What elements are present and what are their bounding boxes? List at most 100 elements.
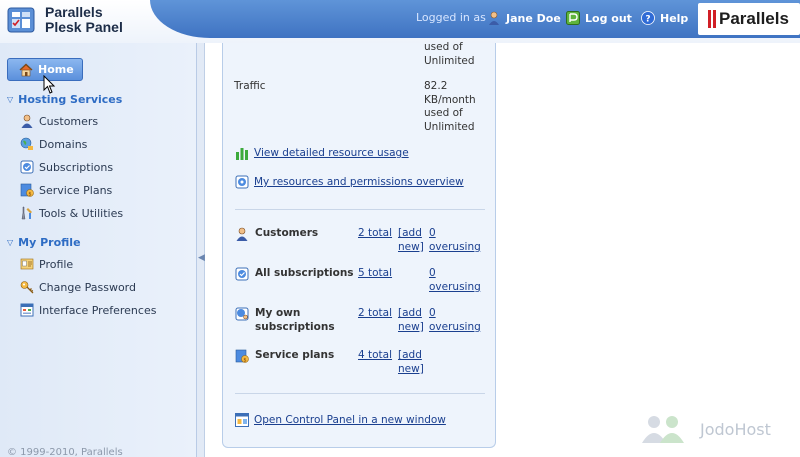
sidebar-item-label: Subscriptions [39, 160, 114, 174]
traffic-value-line: KB/month [424, 93, 476, 106]
subscriptions-icon [235, 267, 249, 281]
user-icon [489, 11, 499, 25]
product-name-line2: Plesk Panel [45, 19, 123, 35]
help-link[interactable]: ? Help [641, 11, 688, 25]
traffic-value-line: Unlimited [424, 120, 475, 133]
row-name-all-subscriptions: All subscriptions [255, 267, 354, 279]
my-subscriptions-overusing[interactable]: 0 overusing [429, 307, 481, 334]
traffic-value-line: 82.2 [424, 80, 448, 92]
help-label: Help [660, 11, 689, 25]
resources-permissions-link[interactable]: My resources and permissions overview [254, 176, 464, 190]
sidebar-item-label: Profile [39, 257, 74, 271]
help-icon: ? [641, 11, 655, 25]
svg-text:$: $ [243, 357, 246, 363]
traffic-value-line: used of [424, 107, 463, 119]
overusing-label[interactable]: overusing [429, 281, 481, 295]
section-title: Hosting Services [18, 93, 123, 106]
home-icon [19, 63, 33, 76]
sidebar-item-customers[interactable]: Customers [20, 114, 98, 128]
collapse-triangle-icon: ▽ [7, 238, 14, 247]
profile-icon [20, 258, 34, 270]
sidebar-item-interface-preferences[interactable]: Interface Preferences [20, 303, 156, 317]
resource-summary-card: used of Unlimited Traffic 82.2 KB/month … [222, 41, 496, 448]
sidebar-splitter[interactable]: ◀ [197, 43, 205, 457]
service-plans-add-new-link[interactable]: [add new] [398, 349, 424, 376]
sidebar-item-label: Service Plans [39, 183, 113, 197]
usage-text: Unlimited [424, 54, 475, 67]
sidebar-item-label: Tools & Utilities [39, 206, 124, 220]
customers-icon [236, 227, 248, 241]
parallels-bars-icon [708, 10, 716, 28]
logout-link[interactable]: Log out [566, 11, 632, 25]
previous-usage-tail: used of Unlimited [424, 41, 475, 68]
my-subscriptions-total-link[interactable]: 2 total [358, 307, 392, 321]
divider [235, 209, 485, 210]
bar-chart-icon [236, 148, 248, 160]
open-control-panel-link[interactable]: Open Control Panel in a new window [254, 414, 446, 428]
user-name-link[interactable]: Jane Doe [487, 11, 561, 25]
product-name: Parallels Plesk Panel [45, 5, 123, 35]
sidebar-item-tools-utilities[interactable]: Tools & Utilities [20, 206, 123, 220]
logout-icon [566, 11, 580, 25]
top-header: Parallels Plesk Panel Logged in as Jane … [0, 0, 800, 43]
plesk-logo-icon [7, 7, 35, 33]
user-name: Jane Doe [506, 11, 561, 25]
key-icon [20, 281, 34, 294]
my-subscriptions-add-new-link[interactable]: [add new] [398, 307, 424, 334]
logout-label: Log out [585, 11, 632, 25]
sidebar-item-label: Customers [39, 114, 99, 128]
sidebar-item-service-plans[interactable]: $ Service Plans [20, 183, 112, 197]
customers-icon [21, 114, 33, 128]
sidebar-item-label: Change Password [39, 280, 136, 294]
service-plans-icon: $ [235, 349, 249, 363]
row-name-customers: Customers [255, 227, 319, 239]
sidebar-item-domains[interactable]: Domains [20, 137, 87, 151]
domains-icon [20, 137, 33, 150]
overusing-count[interactable]: 0 [429, 267, 481, 281]
collapse-arrow-icon[interactable]: ◀ [198, 251, 205, 265]
row-name-my-own-subscriptions: My own subscriptions [255, 307, 335, 333]
mouse-cursor-icon [43, 75, 56, 94]
customers-add-new-link[interactable]: [add new] [398, 227, 424, 254]
subscriptions-icon [20, 160, 34, 174]
tools-icon [21, 206, 32, 220]
usage-text: used of [424, 41, 463, 53]
control-panel-window-icon [235, 413, 249, 427]
logged-in-label: Logged in as [416, 11, 486, 24]
overusing-count[interactable]: 0 [429, 227, 481, 241]
sidebar-item-subscriptions[interactable]: Subscriptions [20, 160, 113, 174]
section-my-profile[interactable]: ▽ My Profile [7, 236, 81, 249]
service-plans-total-link[interactable]: 4 total [358, 349, 392, 363]
customers-total-link[interactable]: 2 total [358, 227, 392, 241]
service-plans-icon: $ [20, 183, 34, 197]
overusing-count[interactable]: 0 [429, 307, 481, 321]
resources-icon [235, 175, 249, 189]
overusing-label[interactable]: overusing [429, 321, 481, 335]
sidebar-item-label: Domains [39, 137, 88, 151]
product-name-line1: Parallels [45, 4, 103, 20]
customers-overusing[interactable]: 0 overusing [429, 227, 481, 254]
sidebar-item-change-password[interactable]: Change Password [20, 280, 136, 294]
parallels-brand: Parallels [698, 3, 800, 35]
section-hosting-services[interactable]: ▽ Hosting Services [7, 93, 122, 106]
svg-text:$: $ [28, 191, 31, 197]
sidebar: Home ▽ Hosting Services Customers Domain… [0, 43, 197, 457]
sidebar-item-label: Interface Preferences [39, 303, 157, 317]
preferences-icon [20, 303, 34, 317]
all-subscriptions-total-link[interactable]: 5 total [358, 267, 392, 281]
all-subscriptions-overusing[interactable]: 0 overusing [429, 267, 481, 294]
view-resource-usage-link[interactable]: View detailed resource usage [254, 147, 409, 161]
row-name-service-plans: Service plans [255, 349, 335, 361]
collapse-triangle-icon: ▽ [7, 95, 14, 104]
brand-text: Parallels [719, 9, 789, 28]
overusing-label[interactable]: overusing [429, 241, 481, 255]
svg-text:?: ? [645, 15, 650, 25]
sidebar-item-profile[interactable]: Profile [20, 257, 73, 271]
traffic-label: Traffic [234, 80, 266, 92]
copyright: © 1999-2010, Parallels [7, 447, 123, 457]
people-watermark-icon [642, 416, 684, 443]
traffic-value: 82.2 KB/month used of Unlimited [424, 80, 476, 134]
my-subscriptions-icon [235, 307, 249, 321]
divider [235, 393, 485, 394]
jodohost-watermark: JodoHost [640, 413, 771, 445]
